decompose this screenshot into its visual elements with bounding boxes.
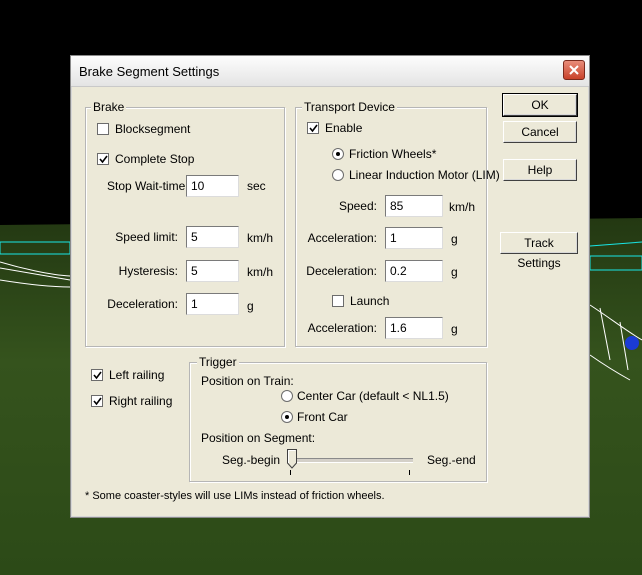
stop-wait-time-label: Stop Wait-time:: [107, 179, 189, 193]
hysteresis-input[interactable]: [186, 260, 239, 282]
help-button[interactable]: Help: [503, 159, 577, 181]
brake-deceleration-unit: g: [247, 299, 254, 313]
footnote: * Some coaster-styles will use LIMs inst…: [85, 490, 385, 502]
position-on-train-label: Position on Train:: [201, 374, 294, 388]
launch-acceleration-input[interactable]: [385, 317, 443, 339]
seg-end-label: Seg.-end: [427, 453, 476, 467]
ok-button[interactable]: OK: [502, 93, 578, 117]
transport-device-group-label: Transport Device: [302, 100, 397, 114]
checkmark-icon: [99, 155, 108, 164]
complete-stop-checkbox[interactable]: [97, 153, 109, 165]
close-icon: [569, 65, 579, 75]
left-railing-checkbox[interactable]: [91, 369, 103, 381]
lim-label: Linear Induction Motor (LIM): [349, 168, 500, 182]
brake-group-label: Brake: [91, 100, 127, 114]
brake-deceleration-input[interactable]: [186, 293, 239, 315]
acceleration-input[interactable]: [385, 227, 443, 249]
brake-group: [85, 107, 285, 347]
checkmark-icon: [93, 397, 102, 406]
stop-wait-time-unit: sec: [247, 179, 266, 193]
launch-label: Launch: [350, 294, 390, 308]
launch-acceleration-label: Acceleration:: [307, 321, 377, 335]
checkmark-icon: [309, 124, 318, 133]
speed-limit-label: Speed limit:: [115, 230, 178, 244]
right-railing-label: Right railing: [109, 394, 173, 408]
slider-tick-end: [409, 470, 410, 475]
lim-radio[interactable]: [332, 169, 344, 181]
title-bar[interactable]: Brake Segment Settings: [71, 56, 589, 87]
seg-begin-label: Seg.-begin: [222, 453, 281, 467]
transport-deceleration-input[interactable]: [385, 260, 443, 282]
hysteresis-label: Hysteresis:: [118, 264, 178, 278]
right-railing-checkbox[interactable]: [91, 395, 103, 407]
checkmark-icon: [93, 371, 102, 380]
speed-input[interactable]: [385, 195, 443, 217]
brake-deceleration-label: Deceleration:: [107, 297, 178, 311]
trigger-group-label: Trigger: [197, 355, 239, 369]
complete-stop-label: Complete Stop: [115, 152, 195, 166]
speed-label: Speed:: [338, 199, 377, 213]
dialog-title: Brake Segment Settings: [79, 64, 220, 79]
front-car-label: Front Car: [297, 410, 348, 424]
blocksegment-checkbox[interactable]: [97, 123, 109, 135]
slider-tick-begin: [290, 470, 291, 475]
center-car-label: Center Car (default < NL1.5): [297, 389, 449, 403]
cancel-button[interactable]: Cancel: [503, 121, 577, 143]
transport-deceleration-unit: g: [451, 265, 458, 279]
transport-deceleration-label: Deceleration:: [306, 264, 377, 278]
enable-checkbox[interactable]: [307, 122, 319, 134]
launch-checkbox[interactable]: [332, 295, 344, 307]
enable-label: Enable: [325, 121, 363, 135]
friction-wheels-radio[interactable]: [332, 148, 344, 160]
close-button[interactable]: [563, 60, 585, 80]
speed-unit: km/h: [449, 200, 476, 214]
track-settings-button[interactable]: Track Settings: [500, 232, 578, 270]
position-on-segment-label: Position on Segment:: [201, 431, 316, 445]
front-car-radio[interactable]: [281, 411, 293, 423]
segment-slider-thumb[interactable]: [287, 449, 297, 469]
stop-wait-time-input[interactable]: [186, 175, 239, 197]
hysteresis-unit: km/h: [247, 265, 274, 279]
speed-limit-unit: km/h: [247, 231, 274, 245]
ball-object: [625, 336, 639, 350]
acceleration-label: Acceleration:: [307, 231, 377, 245]
launch-acceleration-unit: g: [451, 322, 458, 336]
blocksegment-label: Blocksegment: [115, 122, 191, 136]
friction-wheels-label: Friction Wheels*: [349, 147, 437, 161]
brake-segment-dialog: Brake Segment Settings Brake Blocksegmen…: [70, 55, 590, 518]
speed-limit-input[interactable]: [186, 226, 239, 248]
acceleration-unit: g: [451, 232, 458, 246]
center-car-radio[interactable]: [281, 390, 293, 402]
left-railing-label: Left railing: [109, 368, 165, 382]
segment-slider-track[interactable]: [287, 458, 413, 463]
